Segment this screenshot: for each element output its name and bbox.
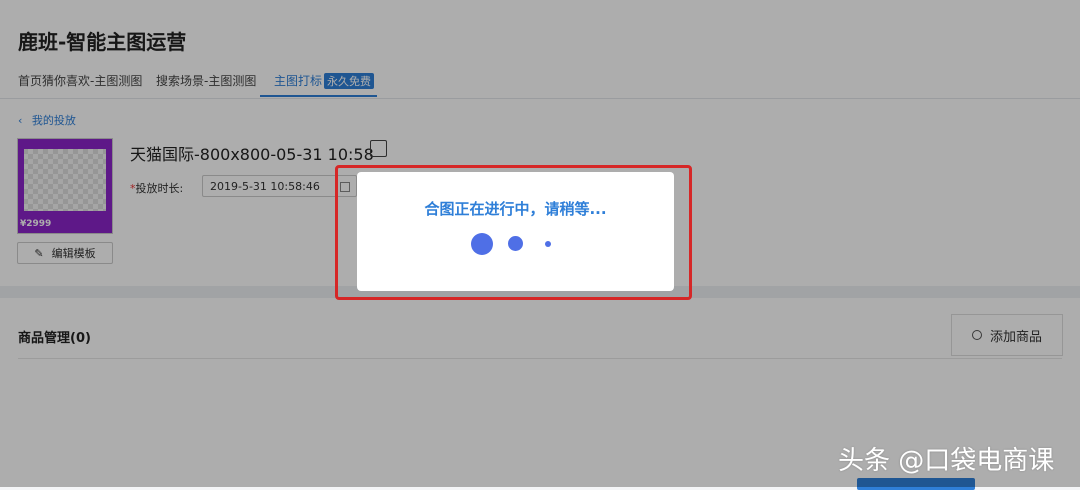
loading-modal: 合图正在进行中，请稍等... bbox=[357, 172, 674, 291]
watermark: 头条 @口袋电商课 bbox=[838, 446, 1055, 476]
loading-message: 合图正在进行中，请稍等... bbox=[424, 200, 607, 218]
loading-dot-large bbox=[471, 233, 493, 255]
loading-dot-medium bbox=[508, 236, 523, 251]
loading-dot-small bbox=[545, 241, 551, 247]
